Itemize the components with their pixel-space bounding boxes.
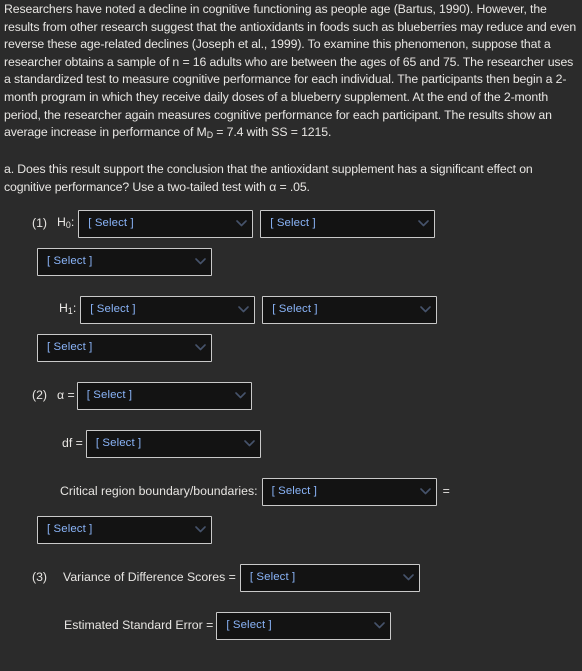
question-page: Researchers have noted a decline in cogn… [0,0,582,671]
chevron-down-icon [244,438,255,447]
variance-label: Variance of Difference Scores = [63,570,236,585]
chevron-down-icon [236,218,248,227]
chevron-down-icon [374,620,386,629]
h0-label: H0: [57,214,74,235]
row-h0: (1) H0: [ Select ] [ Select ] [4,210,578,239]
chevron-down-icon [195,342,206,351]
df-label: df = [62,436,83,451]
chevron-down-icon [234,390,246,399]
row-df: df = [ Select ] [4,430,578,459]
select-critical-region-value: [ Select ] [271,485,318,498]
select-h1-part2[interactable]: [ Select ] [262,296,438,325]
row-h1-line2: [ Select ] [4,334,578,363]
chevron-down-icon [419,486,431,495]
step3-number: (3) [32,570,48,585]
select-standard-error[interactable]: [ Select ] [216,612,392,641]
chevron-down-icon [195,524,206,533]
chevron-down-icon [403,572,414,581]
passage-body: Researchers have noted a decline in cogn… [4,2,577,140]
h1-label: H1: [59,300,76,321]
select-h1-part3-value: [ Select ] [47,341,93,354]
select-df-value: [ Select ] [95,437,142,450]
select-critical-region-value2-text: [ Select ] [47,523,93,536]
select-h0-part1[interactable]: [ Select ] [78,210,254,239]
select-df[interactable]: [ Select ] [85,430,261,459]
select-variance-value: [ Select ] [249,571,296,584]
step1-number: (1) [32,216,48,231]
critical-region-equals: = [442,484,450,499]
question-prompt-text: a. Does this result support the conclusi… [4,161,533,194]
row-standard-error: Estimated Standard Error = [ Select ] [4,612,578,641]
passage-paragraph: Researchers have noted a decline in cogn… [4,1,578,145]
chevron-down-icon [418,218,430,227]
h0-letter: H [57,214,66,229]
chevron-down-icon [238,304,250,313]
row-critical-region-line2: [ Select ] [4,516,578,545]
select-variance[interactable]: [ Select ] [239,564,420,593]
h0-colon: : [70,214,75,229]
critical-region-label: Critical region boundary/boundaries: [60,484,258,499]
row-h0-line2: [ Select ] [4,248,578,277]
row-variance: (3) Variance of Difference Scores = [ Se… [4,564,578,593]
select-h0-part3-value: [ Select ] [47,255,93,268]
row-critical-region: Critical region boundary/boundaries: [ S… [4,478,578,507]
question-prompt: a. Does this result support the conclusi… [0,161,582,196]
select-h1-part1[interactable]: [ Select ] [80,296,256,325]
passage-text: Researchers have noted a decline in cogn… [0,0,582,145]
select-critical-region[interactable]: [ Select ] [261,478,437,507]
passage-tail: = 7.4 with SS = 1215. [212,125,332,140]
select-alpha-value: [ Select ] [86,389,133,402]
select-h0-part2[interactable]: [ Select ] [260,210,436,239]
row-alpha: (2) α = [ Select ] [4,382,578,411]
standard-error-label: Estimated Standard Error = [64,618,214,633]
select-h0-part3[interactable]: [ Select ] [37,248,212,277]
select-h1-part3[interactable]: [ Select ] [37,334,212,363]
select-critical-region-value2[interactable]: [ Select ] [37,516,212,545]
alpha-label: α = [57,388,75,403]
answer-form: (1) H0: [ Select ] [ Select ] [ Select ] [0,210,582,641]
select-h1-part1-value: [ Select ] [90,303,136,316]
select-h1-part2-value: [ Select ] [272,303,318,316]
select-standard-error-value: [ Select ] [226,619,272,632]
select-h0-part1-value: [ Select ] [88,217,134,230]
select-h0-part2-value: [ Select ] [270,217,316,230]
chevron-down-icon [195,256,206,265]
chevron-down-icon [420,304,432,313]
select-alpha[interactable]: [ Select ] [76,382,252,411]
step2-number: (2) [32,388,48,403]
h1-colon: : [72,300,77,315]
h1-letter: H [59,300,68,315]
row-h1: H1: [ Select ] [ Select ] [4,296,578,325]
